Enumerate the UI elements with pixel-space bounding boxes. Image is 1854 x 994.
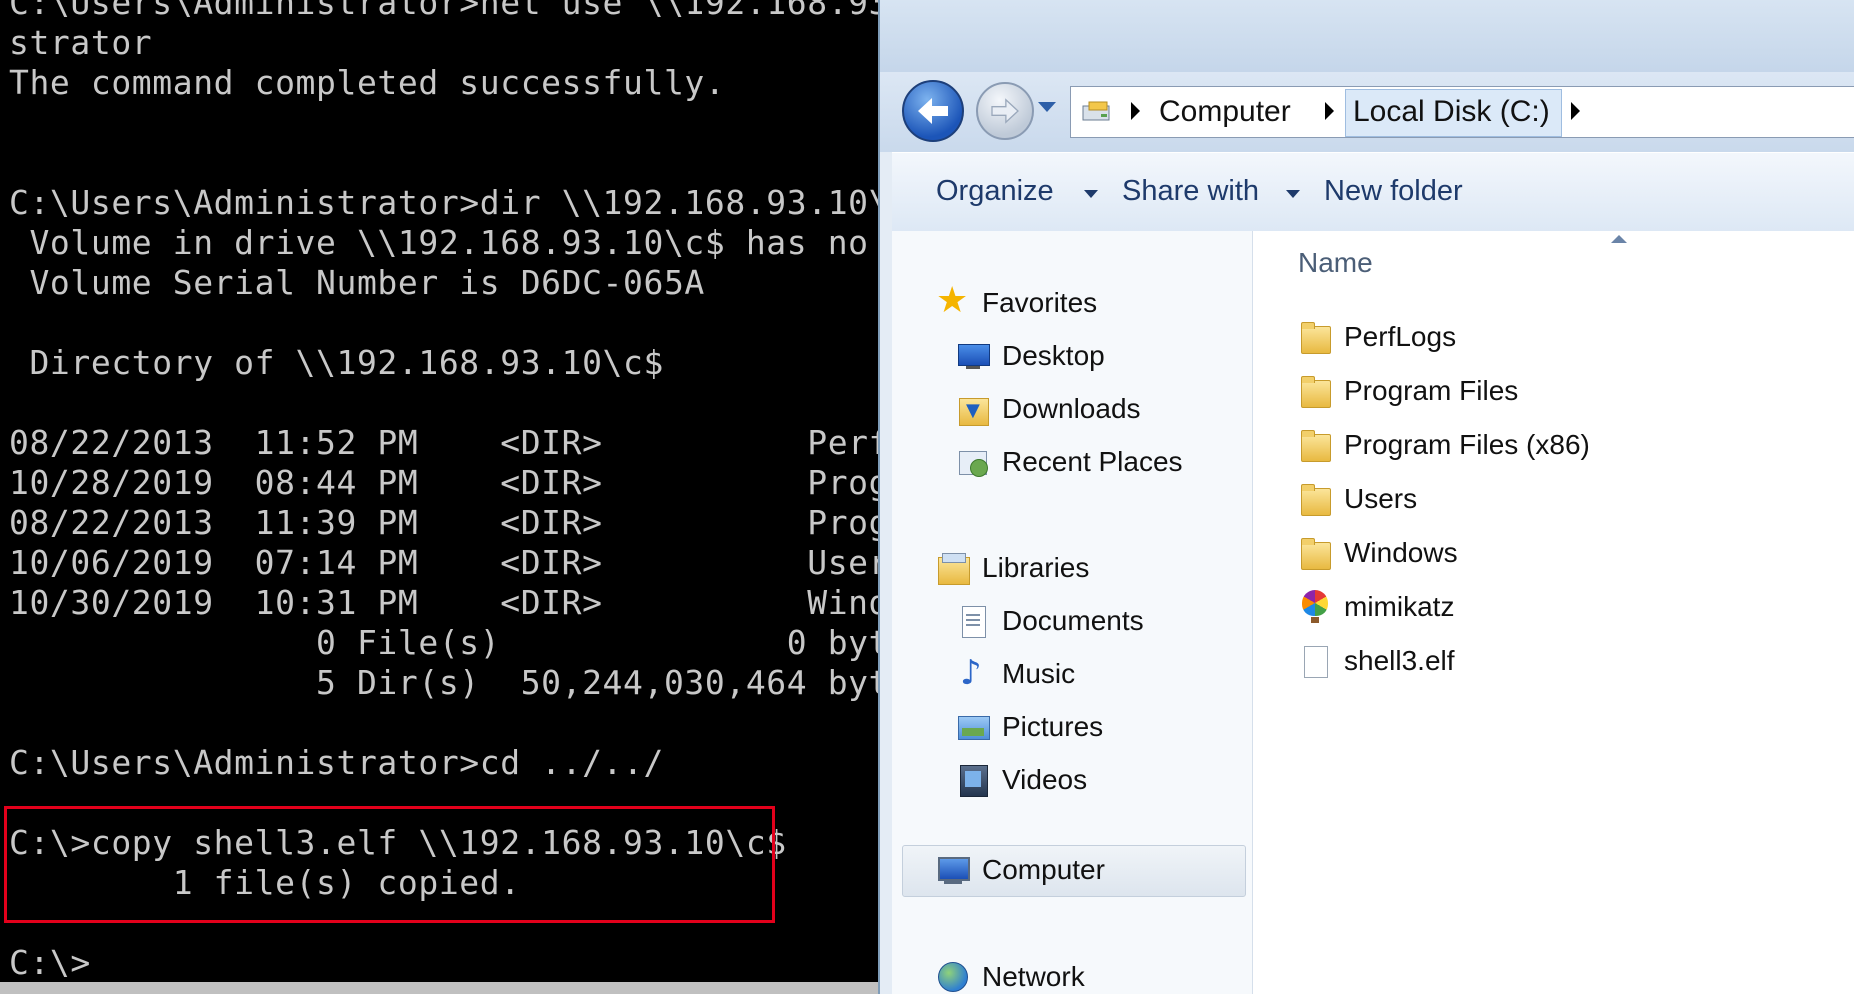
back-button[interactable] xyxy=(902,80,964,142)
forward-button[interactable] xyxy=(976,82,1034,140)
file-item-name: PerfLogs xyxy=(1344,321,1457,352)
explorer-window: Computer Local Disk (C:) Organize Share … xyxy=(878,0,1854,994)
videos-icon xyxy=(956,763,990,797)
command-prompt-window[interactable]: C:\Users\Administrator>net use \\192.168… xyxy=(0,0,880,994)
console-line: Directory of \\192.168.93.10\c$ xyxy=(9,343,664,382)
organize-chevron-down-icon xyxy=(1084,190,1098,198)
console-line: 08/22/2013 11:52 PM <DIR> PerfL xyxy=(9,423,880,462)
libraries-icon xyxy=(936,551,970,585)
file-item-name: Program Files xyxy=(1344,375,1519,406)
file-item-name: shell3.elf xyxy=(1344,645,1455,676)
breadcrumb-local-disk[interactable]: Local Disk (C:) xyxy=(1353,95,1550,129)
recent-pages-dropdown[interactable] xyxy=(1038,102,1056,112)
documents-icon xyxy=(956,604,990,638)
recent-places-icon xyxy=(956,445,990,479)
console-line: strator xyxy=(9,23,153,62)
music-icon xyxy=(956,653,990,693)
console-line: The command completed successfully. xyxy=(9,63,726,102)
folder-icon xyxy=(1298,536,1332,570)
nav-item-network[interactable]: Network xyxy=(936,955,1085,994)
nav-item-documents[interactable]: Documents xyxy=(956,599,1144,643)
computer-icon xyxy=(936,853,970,887)
file-list-pane: Name PerfLogs Program Files Program File… xyxy=(1253,231,1854,994)
nav-item-label: Videos xyxy=(1002,764,1088,795)
file-item-name: Windows xyxy=(1344,537,1458,568)
file-item[interactable]: PerfLogs xyxy=(1298,315,1456,359)
share-with-button[interactable]: Share with xyxy=(1122,175,1259,208)
column-header-name[interactable]: Name xyxy=(1298,247,1373,279)
nav-item-label: Network xyxy=(982,961,1085,992)
back-arrow-icon xyxy=(918,98,948,124)
folder-icon xyxy=(1298,320,1332,354)
console-bottom-border xyxy=(0,982,880,994)
file-item[interactable]: shell3.elf xyxy=(1298,639,1455,683)
nav-item-label: Pictures xyxy=(1002,711,1104,742)
nav-item-recent-places[interactable]: Recent Places xyxy=(956,440,1183,484)
console-line: 10/28/2019 08:44 PM <DIR> Progr xyxy=(9,463,880,502)
organize-button[interactable]: Organize xyxy=(936,175,1054,208)
navigation-pane: Favorites Desktop Downloads Recent Place… xyxy=(892,231,1253,994)
console-line: C:\Users\Administrator>dir \\192.168.93.… xyxy=(9,183,880,222)
nav-item-music[interactable]: Music xyxy=(956,652,1075,696)
console-line: 5 Dir(s) 50,244,030,464 byte xyxy=(9,663,880,702)
nav-item-pictures[interactable]: Pictures xyxy=(956,705,1103,749)
file-item-name: Users xyxy=(1344,483,1418,514)
console-line: 08/22/2013 11:39 PM <DIR> Progr xyxy=(9,503,880,542)
console-line: Volume in drive \\192.168.93.10\c$ has n… xyxy=(9,223,880,262)
console-line: 10/06/2019 07:14 PM <DIR> Users xyxy=(9,543,880,582)
console-line: Volume Serial Number is D6DC-065A xyxy=(9,263,705,302)
nav-item-label: Libraries xyxy=(982,552,1090,583)
breadcrumb-separator-icon[interactable] xyxy=(1131,102,1140,120)
file-icon xyxy=(1298,644,1332,678)
nav-item-desktop[interactable]: Desktop xyxy=(956,334,1105,378)
folder-icon xyxy=(1298,428,1332,462)
pictures-icon xyxy=(956,710,990,744)
command-bar: Organize Share with New folder xyxy=(892,152,1854,232)
title-bar[interactable] xyxy=(880,0,1854,72)
highlight-box-annotation xyxy=(4,806,775,923)
address-bar[interactable]: Computer Local Disk (C:) xyxy=(1070,86,1854,138)
nav-item-downloads[interactable]: Downloads xyxy=(956,387,1141,431)
file-item-name: Program Files (x86) xyxy=(1344,429,1590,460)
console-line: 10/30/2019 10:31 PM <DIR> Windo xyxy=(9,583,880,622)
sort-ascending-icon xyxy=(1611,235,1627,243)
file-item-name: mimikatz xyxy=(1344,591,1455,622)
balloon-icon xyxy=(1298,590,1332,624)
nav-item-label: Music xyxy=(1002,658,1076,689)
nav-item-computer[interactable]: Computer xyxy=(936,848,1105,892)
navigation-bar: Computer Local Disk (C:) xyxy=(880,72,1854,152)
file-item[interactable]: Windows xyxy=(1298,531,1458,575)
folder-icon xyxy=(1298,482,1332,516)
share-with-chevron-down-icon xyxy=(1286,190,1300,198)
nav-item-label: Recent Places xyxy=(1002,446,1183,477)
file-item[interactable]: Program Files xyxy=(1298,369,1518,413)
downloads-icon xyxy=(956,392,990,426)
folder-icon xyxy=(1298,374,1332,408)
computer-small-icon xyxy=(1081,100,1115,124)
nav-item-label: Computer xyxy=(982,854,1105,885)
nav-item-label: Downloads xyxy=(1002,393,1141,424)
nav-item-videos[interactable]: Videos xyxy=(956,758,1087,802)
console-line: C:\Users\Administrator>net use \\192.168… xyxy=(9,0,880,22)
new-folder-button[interactable]: New folder xyxy=(1324,175,1463,208)
forward-arrow-icon xyxy=(991,98,1019,124)
nav-item-label: Favorites xyxy=(982,287,1098,318)
breadcrumb-separator-icon[interactable] xyxy=(1325,102,1334,120)
file-item[interactable]: Users xyxy=(1298,477,1417,521)
nav-item-label: Documents xyxy=(1002,605,1144,636)
file-item[interactable]: mimikatz xyxy=(1298,585,1454,629)
console-line: C:\Users\Administrator>cd ../../ xyxy=(9,743,664,782)
console-line: 0 File(s) 0 byte xyxy=(9,623,880,662)
file-item[interactable]: Program Files (x86) xyxy=(1298,423,1590,467)
breadcrumb-computer[interactable]: Computer xyxy=(1159,95,1291,129)
desktop-icon xyxy=(956,339,990,373)
nav-item-libraries[interactable]: Libraries xyxy=(936,546,1089,590)
network-icon xyxy=(936,960,970,994)
star-icon xyxy=(936,280,970,321)
console-line: C:\> xyxy=(9,943,91,982)
nav-item-favorites[interactable]: Favorites xyxy=(936,280,1098,325)
nav-item-label: Desktop xyxy=(1002,340,1105,371)
breadcrumb-separator-icon[interactable] xyxy=(1571,102,1580,120)
